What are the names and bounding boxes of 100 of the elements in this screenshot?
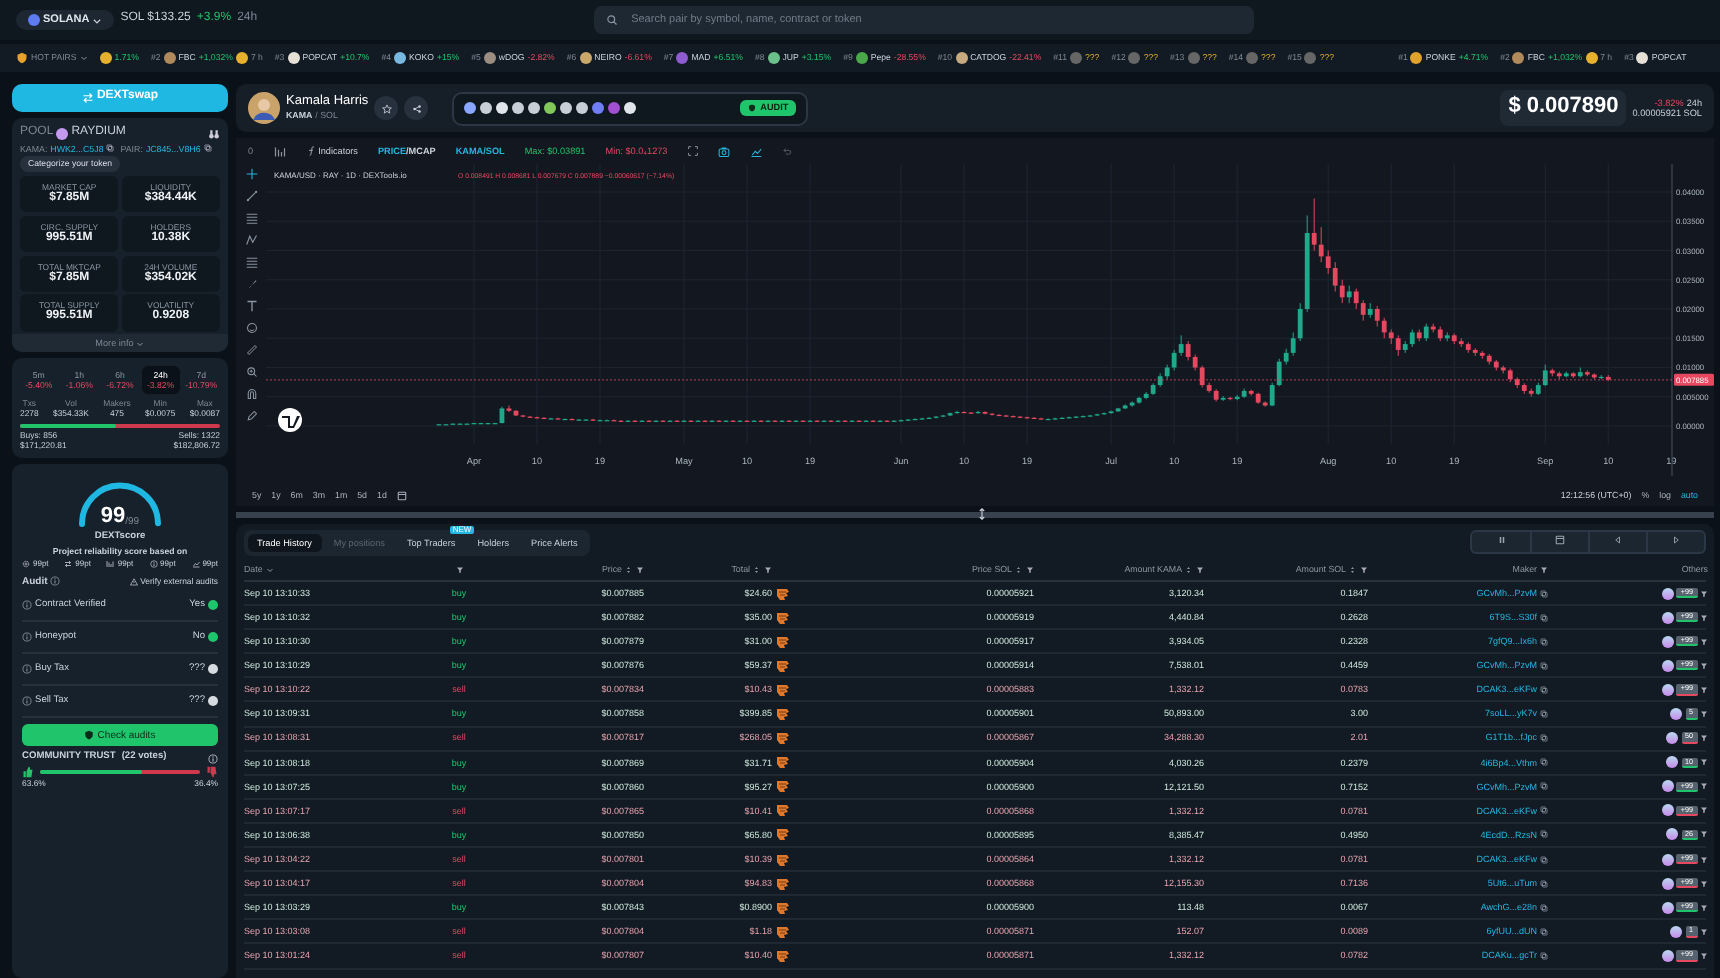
exchange-icon xyxy=(775,901,789,914)
chevron-down-icon xyxy=(92,15,103,25)
candlestick xyxy=(1129,400,1135,408)
share-button[interactable] xyxy=(404,96,429,120)
copy-icon[interactable] xyxy=(1540,734,1548,743)
exchange-icon xyxy=(775,780,789,793)
token-logo-icon xyxy=(99,52,112,64)
score-category-icon xyxy=(64,560,73,569)
filter-icon[interactable] xyxy=(636,565,644,573)
search-icon xyxy=(605,14,618,26)
candlestick xyxy=(1311,197,1317,252)
candles-icon[interactable] xyxy=(273,145,286,157)
magnet-icon[interactable] xyxy=(245,388,257,400)
chevron-down-icon xyxy=(136,339,145,348)
copy-icon[interactable] xyxy=(106,144,115,153)
score-category-icon xyxy=(191,560,200,569)
fullscreen-icon[interactable] xyxy=(687,146,698,156)
compare-icon[interactable] xyxy=(749,145,762,157)
copy-icon[interactable] xyxy=(1540,589,1548,598)
copy-icon[interactable] xyxy=(1540,710,1548,718)
candlestick xyxy=(1542,364,1548,387)
next-icon xyxy=(1670,534,1682,547)
candlestick xyxy=(1381,317,1387,339)
candlestick xyxy=(1276,358,1282,387)
token-avatar xyxy=(248,92,280,124)
score-value: 99 xyxy=(100,506,126,529)
filter-icon[interactable] xyxy=(455,565,463,573)
token-logo-icon xyxy=(163,52,176,64)
token-logo-icon xyxy=(1070,52,1083,64)
filter-icon[interactable] xyxy=(1540,565,1548,573)
filter-icon[interactable] xyxy=(1360,565,1368,573)
copy-icon[interactable] xyxy=(1540,637,1548,646)
text-tool-icon[interactable] xyxy=(245,300,257,312)
copy-icon[interactable] xyxy=(1540,685,1548,694)
exchange-icon xyxy=(775,587,789,600)
fibonacci-icon[interactable] xyxy=(245,256,257,268)
candlestick xyxy=(1395,334,1401,357)
copy-icon[interactable] xyxy=(1540,927,1548,936)
resize-handle-icon[interactable] xyxy=(975,508,987,520)
snapshot-icon[interactable] xyxy=(717,145,730,157)
filter-icon[interactable] xyxy=(764,565,772,573)
score-category-icon xyxy=(106,560,115,569)
token-logo-icon xyxy=(1128,52,1141,64)
copy-icon[interactable] xyxy=(1540,806,1548,815)
exchange-icon xyxy=(775,828,789,841)
info-icon xyxy=(22,696,32,707)
candlestick xyxy=(1360,299,1366,322)
candlestick xyxy=(1353,288,1359,310)
token-logo-icon xyxy=(955,52,968,64)
info-icon xyxy=(22,664,32,675)
copy-icon[interactable] xyxy=(1540,661,1548,670)
copy-icon[interactable] xyxy=(1540,855,1548,864)
copy-icon[interactable] xyxy=(1540,951,1548,960)
copy-icon[interactable] xyxy=(1540,879,1548,888)
tradingview-logo[interactable] xyxy=(278,408,302,432)
exchange-icon xyxy=(775,708,789,721)
star-icon xyxy=(381,103,392,113)
solana-logo-icon xyxy=(28,14,40,26)
token-logo-icon xyxy=(1246,52,1259,64)
shield-icon xyxy=(748,104,757,112)
pattern-icon[interactable] xyxy=(245,234,257,246)
horizontal-lines-icon[interactable] xyxy=(245,212,257,224)
pencil-icon[interactable] xyxy=(245,410,257,422)
crosshair-icon[interactable] xyxy=(245,168,257,180)
candlestick xyxy=(1339,279,1345,304)
exchange-icon xyxy=(775,732,789,745)
copy-icon[interactable] xyxy=(1540,903,1548,912)
date-range-icon[interactable] xyxy=(396,489,409,501)
warning-icon xyxy=(129,577,138,586)
copy-icon[interactable] xyxy=(1540,758,1548,767)
thumbs-down-icon[interactable] xyxy=(206,766,218,779)
candlestick xyxy=(1297,302,1303,342)
zoom-in-icon[interactable] xyxy=(245,366,257,378)
binoculars-icon[interactable] xyxy=(208,127,220,140)
favorite-button[interactable] xyxy=(374,96,399,120)
exchange-icon xyxy=(775,949,789,962)
token-logo-icon xyxy=(676,52,689,64)
fx-icon xyxy=(305,146,316,156)
trend-line-icon[interactable] xyxy=(245,190,257,202)
pause-icon xyxy=(1495,534,1507,547)
info-icon xyxy=(22,632,32,643)
sort-down-icon[interactable] xyxy=(265,565,274,573)
exchange-icon xyxy=(775,635,789,648)
emoji-icon[interactable] xyxy=(245,322,257,334)
info-icon xyxy=(208,753,218,764)
chevron-down-icon xyxy=(79,54,88,62)
copy-icon[interactable] xyxy=(1540,830,1548,839)
exchange-icon xyxy=(775,659,789,672)
copy-icon[interactable] xyxy=(1540,782,1548,791)
thumbs-up-icon[interactable] xyxy=(22,766,34,779)
copy-icon[interactable] xyxy=(1540,613,1548,622)
filter-icon[interactable] xyxy=(1026,565,1034,573)
score-category-icon xyxy=(149,560,158,569)
candlestick xyxy=(1199,365,1205,388)
info-icon xyxy=(22,600,32,611)
exchange-icon xyxy=(775,611,789,624)
copy-icon[interactable] xyxy=(203,144,212,153)
filter-icon[interactable] xyxy=(1196,565,1204,573)
price-display: $ 0.007890 xyxy=(1500,90,1627,126)
token-logo-icon xyxy=(1304,52,1317,64)
